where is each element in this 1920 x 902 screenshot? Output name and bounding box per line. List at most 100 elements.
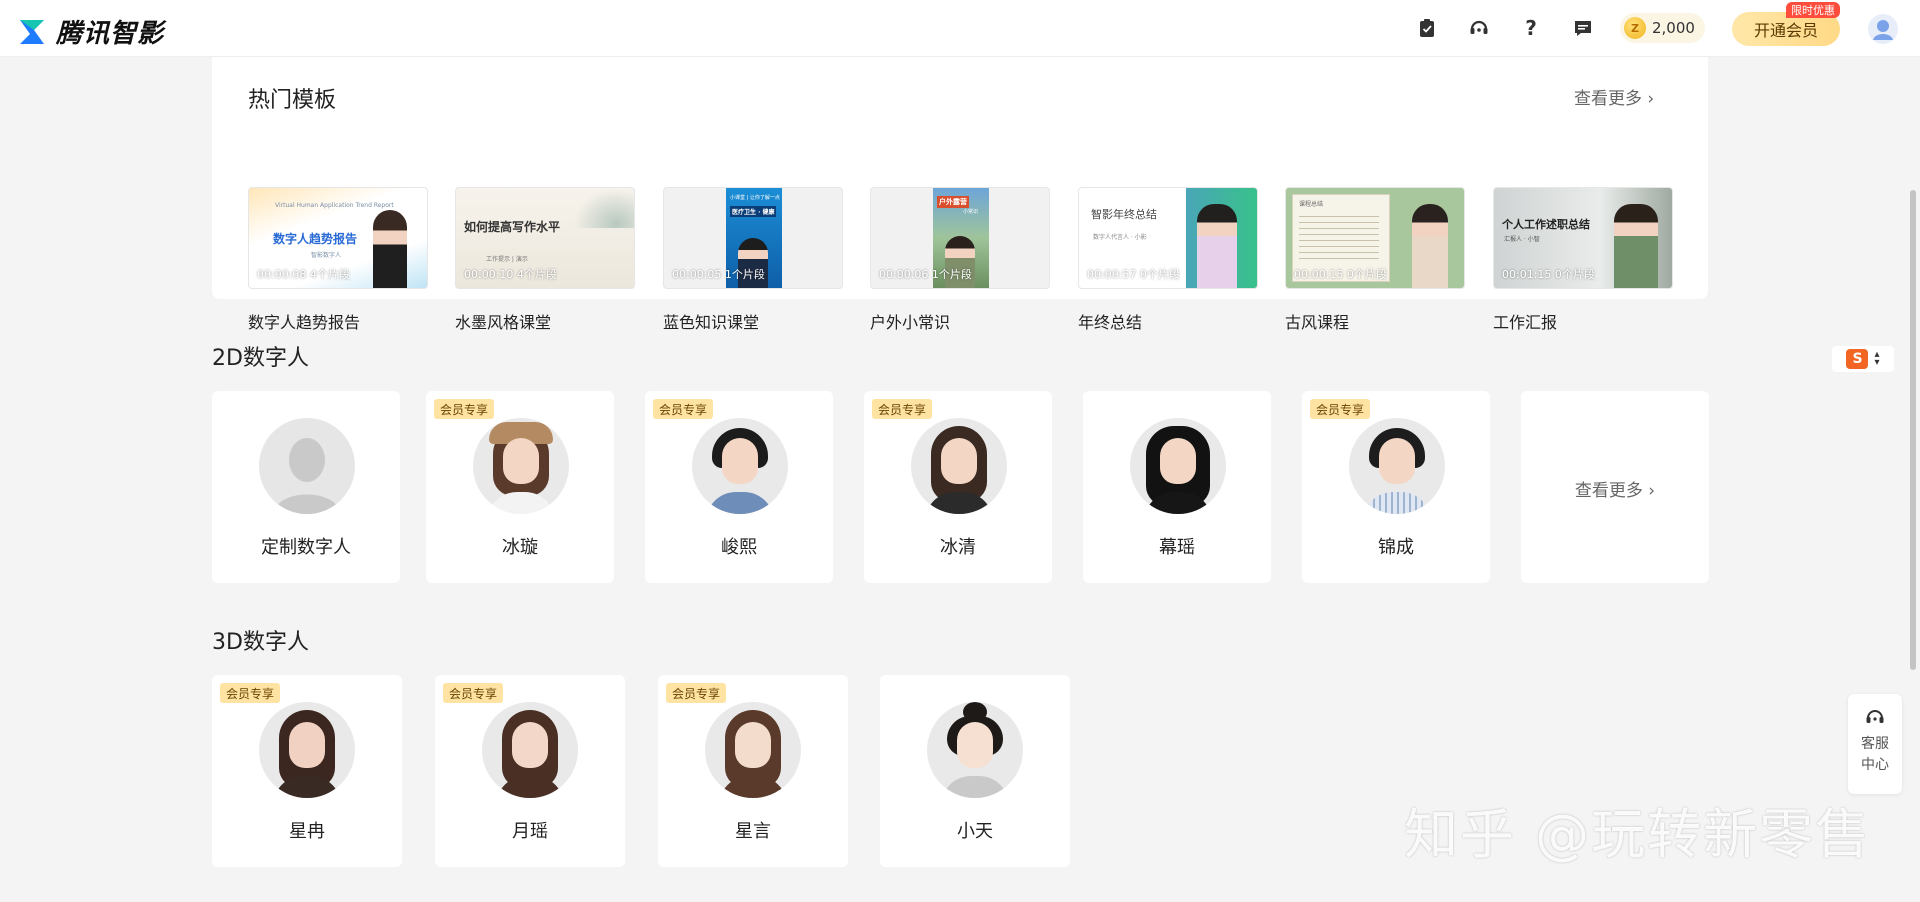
templates-more-label: 查看更多 [1574, 89, 1642, 109]
digital-human-name: 定制数字人 [261, 537, 351, 558]
template-thumb-subtitle: Virtual Human Application Trend Report [275, 202, 394, 209]
digital-2d-more-link[interactable]: 查看更多 › [1521, 476, 1709, 501]
templates-more-link[interactable]: 查看更多 › [1574, 84, 1654, 109]
person-silhouette-icon [273, 438, 341, 514]
template-label: 水墨风格课堂 [455, 313, 552, 332]
chevron-right-icon: › [1647, 89, 1655, 109]
limited-offer-tag: 限时优惠 [1786, 2, 1840, 18]
digital-human-3d-card[interactable]: 会员专享 星言 [658, 675, 848, 867]
sogou-ime-icon: S [1846, 349, 1869, 369]
top-bar: 腾讯智影 ? Z 2,000 开通会员 限时优惠 [0, 0, 1920, 57]
digital-human-card-custom[interactable]: 定制数字人 [212, 391, 400, 583]
template-card[interactable]: 小课堂 | 让你了解一点 医疗卫生 · 健康 00:00:05 1个片段 蓝色知… [663, 187, 843, 333]
avatar-body [487, 492, 555, 514]
avatar-body [706, 492, 774, 514]
digital-human-name: 冰清 [940, 537, 976, 558]
custom-avatar [259, 418, 355, 514]
template-label: 户外小常识 [870, 313, 951, 332]
template-thumb-heading: 数字人趋势报告 [273, 232, 358, 246]
digital-human-3d-card[interactable]: 小天 [880, 675, 1070, 867]
user-avatar[interactable] [1868, 14, 1898, 44]
coin-icon: Z [1624, 17, 1646, 39]
template-card[interactable]: 个人工作述职总结 汇报人 · 小智 00:01:15 0个片段 工作汇报 [1493, 187, 1673, 333]
template-card[interactable]: 如何提高写作水平 工作提示 | 演示 00:00:10 4个片段 水墨风格课堂 [455, 187, 635, 333]
avatar-face [289, 722, 325, 768]
digital-human-card[interactable]: 会员专享 冰璇 [426, 391, 614, 583]
vip-exclusive-badge: 会员专享 [653, 399, 714, 419]
template-label: 蓝色知识课堂 [663, 313, 760, 332]
digital-human-card[interactable]: 会员专享 峻熙 [645, 391, 833, 583]
task-clipboard-icon[interactable] [1415, 16, 1439, 40]
template-label: 古风课程 [1285, 313, 1350, 332]
template-thumbnail: 个人工作述职总结 汇报人 · 小智 00:01:15 0个片段 [1493, 187, 1673, 289]
app-logo[interactable]: 腾讯智影 [18, 13, 164, 50]
digital-human-avatar [1349, 418, 1445, 514]
avatar-face [735, 722, 771, 768]
template-thumb-footer: 智影数字人 [311, 252, 342, 259]
digital-human-avatar [259, 702, 355, 798]
hot-templates-panel: 热门模板 查看更多 › Virtual Human Application Tr… [212, 56, 1708, 332]
avatar-face [1160, 438, 1196, 484]
digital-human-name: 幕瑶 [1159, 537, 1195, 558]
ime-toolbar[interactable]: S ▴ ▾ [1832, 346, 1894, 372]
template-thumb-text-lines [1299, 211, 1379, 261]
digital-human-3d-card[interactable]: 会员专享 星冉 [212, 675, 402, 867]
customer-service-button[interactable]: 客服中心 [1848, 694, 1902, 794]
scrollbar-thumb[interactable] [1910, 190, 1916, 670]
template-thumb-heading: 户外露营 [937, 196, 969, 208]
template-meta: 00:00:57 0个片段 [1087, 268, 1180, 281]
digital-human-avatar [473, 418, 569, 514]
digital-human-card[interactable]: 会员专享 锦成 [1302, 391, 1490, 583]
presenter-figure [1197, 204, 1237, 288]
toolbar-handle-icon: ▴ ▾ [1874, 349, 1880, 368]
watermark: 知乎 @玩转新零售 [1404, 803, 1872, 866]
template-thumb-heading: 医疗卫生 · 健康 [730, 206, 777, 217]
digital-human-avatar [692, 418, 788, 514]
template-thumb-heading: 如何提高写作水平 [464, 220, 561, 234]
headset-icon [1866, 710, 1884, 723]
template-label: 年终总结 [1078, 313, 1143, 332]
template-thumb-subtitle: 小课堂 | 让你了解一点 [730, 195, 780, 201]
avatar-face [1379, 438, 1415, 484]
digital-human-name: 小天 [957, 821, 993, 842]
coin-count: 2,000 [1652, 19, 1695, 37]
presenter-figure [582, 210, 616, 288]
template-meta: 00:00:15 0个片段 [1294, 268, 1387, 281]
vip-exclusive-badge: 会员专享 [434, 399, 495, 419]
customer-service-label: 客服中心 [1861, 736, 1889, 773]
template-meta: 00:00:05 1个片段 [672, 268, 765, 281]
template-card[interactable]: 户外露营 小常识 00:00:06 1个片段 户外小常识 [870, 187, 1050, 333]
template-card[interactable]: Virtual Human Application Trend Report 数… [248, 187, 428, 333]
digital-human-3d-card[interactable]: 会员专享 月瑶 [435, 675, 625, 867]
vip-exclusive-badge: 会员专享 [1310, 399, 1371, 419]
digital-human-more-card[interactable]: 查看更多 › [1521, 391, 1709, 583]
digital-2d-title: 2D数字人 [212, 346, 309, 371]
avatar-face [512, 722, 548, 768]
coin-balance[interactable]: Z 2,000 [1620, 13, 1705, 43]
avatar-body [941, 776, 1009, 798]
help-icon[interactable]: ? [1519, 16, 1543, 40]
digital-human-card[interactable]: 幕瑶 [1083, 391, 1271, 583]
digital-human-name: 星言 [735, 821, 771, 842]
template-thumbnail: 智影年终总结 数字人代言人 · 小影 00:00:57 0个片段 [1078, 187, 1258, 289]
template-thumb-heading: 智影年终总结 [1091, 208, 1157, 221]
template-thumb-heading: 课程总结 [1299, 201, 1324, 208]
vip-exclusive-badge: 会员专享 [443, 683, 504, 703]
template-thumb-subtitle: 汇报人 · 小智 [1504, 236, 1540, 243]
message-icon[interactable] [1571, 16, 1595, 40]
user-avatar-icon [1873, 20, 1893, 40]
template-label: 工作汇报 [1493, 313, 1558, 332]
digital-human-avatar [482, 702, 578, 798]
template-thumbnail: 如何提高写作水平 工作提示 | 演示 00:00:10 4个片段 [455, 187, 635, 289]
presenter-figure [373, 210, 407, 288]
template-thumb-subtitle: 小常识 [963, 209, 979, 215]
headset-icon[interactable] [1467, 16, 1491, 40]
avatar-body [1363, 492, 1431, 514]
digital-2d-more-label: 查看更多 [1574, 481, 1643, 501]
digital-human-card[interactable]: 会员专享 冰清 [864, 391, 1052, 583]
vip-exclusive-badge: 会员专享 [666, 683, 727, 703]
template-thumbnail: 小课堂 | 让你了解一点 医疗卫生 · 健康 00:00:05 1个片段 [663, 187, 843, 289]
template-card[interactable]: 课程总结 00:00:15 0个片段 古风课程 [1285, 187, 1465, 333]
template-card[interactable]: 智影年终总结 数字人代言人 · 小影 00:00:57 0个片段 年终总结 [1078, 187, 1258, 333]
digital-human-name: 月瑶 [512, 821, 548, 842]
